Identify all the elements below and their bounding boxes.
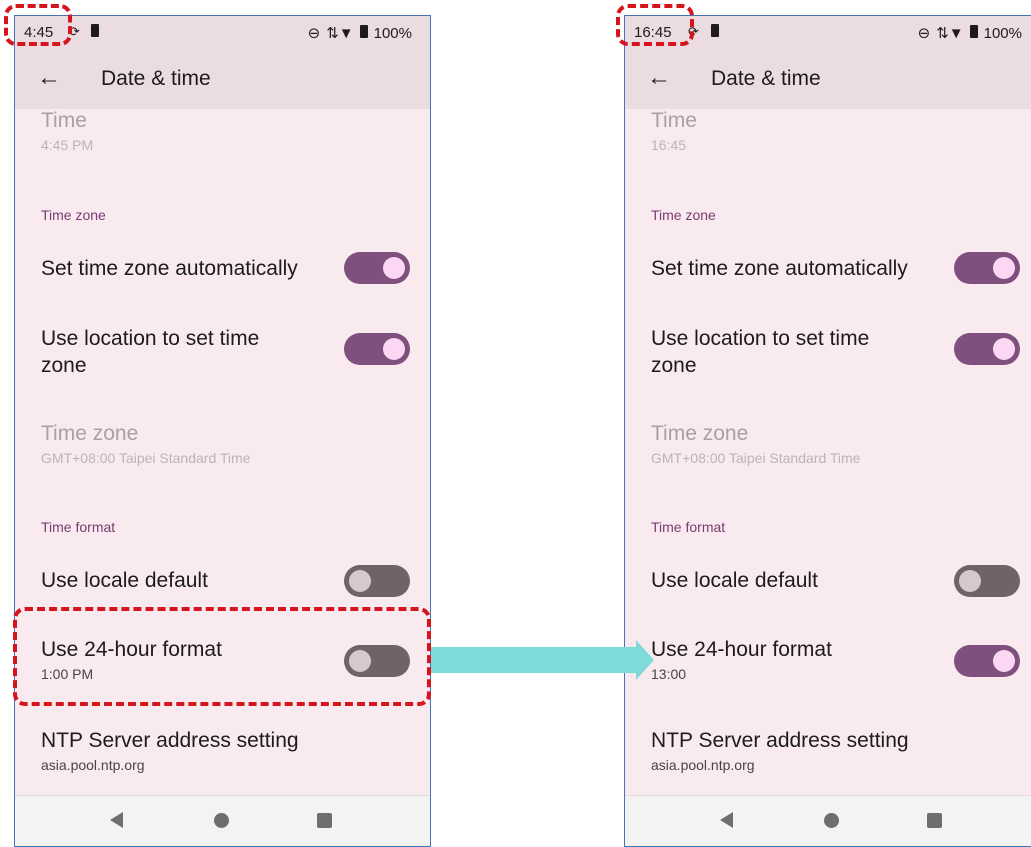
ntp-label: NTP Server address setting: [41, 729, 299, 752]
ntp-value: asia.pool.ntp.org: [651, 757, 755, 773]
battery-icon: [969, 24, 978, 42]
nav-back-icon[interactable]: [110, 812, 123, 828]
auto-timezone-toggle[interactable]: [954, 252, 1020, 284]
locale-default-toggle[interactable]: [344, 565, 410, 597]
highlight-status-time-right: [616, 4, 694, 46]
location-timezone-setting[interactable]: Use location to set time zone: [41, 325, 290, 379]
timezone-value: GMT+08:00 Taipei Standard Time: [651, 450, 861, 466]
auto-timezone-toggle[interactable]: [344, 252, 410, 284]
highlight-status-time-left: [4, 4, 72, 46]
location-timezone-toggle[interactable]: [954, 333, 1020, 365]
ntp-value: asia.pool.ntp.org: [41, 757, 145, 773]
locale-default-toggle[interactable]: [954, 565, 1020, 597]
timezone-title: Time zone: [41, 422, 139, 445]
phone-screen-right: 16:45 ⟳ ⊖ ⇅▼ 100% ← Date & time Time 16:…: [624, 15, 1031, 847]
time-setting: Time 4:45 PM: [41, 109, 410, 153]
section-header-time-zone: Time zone: [41, 207, 106, 223]
timezone-title: Time zone: [651, 422, 749, 445]
dnd-icon: ⊖: [307, 25, 321, 42]
timezone-value: GMT+08:00 Taipei Standard Time: [41, 450, 251, 466]
nav-home-icon[interactable]: [214, 813, 229, 828]
nav-recents-icon[interactable]: [927, 813, 942, 828]
annotation-arrow-shaft: [431, 647, 636, 673]
signal-icon: ⇅▼: [326, 25, 354, 42]
timezone-setting: Time zone GMT+08:00 Taipei Standard Time: [41, 422, 410, 466]
section-header-time-format: Time format: [41, 519, 116, 535]
app-bar: ← Date & time: [15, 52, 430, 109]
back-arrow-icon[interactable]: ←: [645, 64, 673, 92]
status-right: ⊖ ⇅▼ 100%: [918, 24, 1022, 42]
page-title: Date & time: [711, 67, 821, 90]
phone-screen-left: 4:45 ⟳ ⊖ ⇅▼ 100% ← Date & time Time 4:45…: [14, 15, 431, 847]
ntp-setting[interactable]: NTP Server address setting asia.pool.ntp…: [651, 729, 1020, 773]
time-title: Time: [651, 109, 697, 132]
nav-back-icon[interactable]: [720, 812, 733, 828]
hour24-toggle[interactable]: [954, 645, 1020, 677]
section-header-time-format: Time format: [651, 519, 726, 535]
location-timezone-setting[interactable]: Use location to set time zone: [651, 325, 900, 379]
battery-percent: 100%: [983, 24, 1022, 42]
highlight-24-hour-row: [13, 607, 431, 706]
dnd-icon: ⊖: [917, 25, 931, 42]
battery-percent: 100%: [373, 24, 412, 42]
time-setting: Time 16:45: [651, 109, 1020, 153]
ntp-label: NTP Server address setting: [651, 729, 909, 752]
signal-icon: ⇅▼: [936, 25, 964, 42]
ntp-setting[interactable]: NTP Server address setting asia.pool.ntp…: [41, 729, 410, 773]
time-value: 16:45: [651, 137, 687, 153]
location-timezone-label: Use location to set time zone: [651, 327, 870, 377]
section-header-time-zone: Time zone: [651, 207, 716, 223]
time-value: 4:45 PM: [41, 137, 94, 153]
app-bar: ← Date & time: [625, 52, 1031, 109]
battery-icon: [359, 24, 368, 42]
navigation-bar: [625, 795, 1031, 846]
page-title: Date & time: [101, 67, 211, 90]
navigation-bar: [15, 795, 430, 846]
timezone-setting: Time zone GMT+08:00 Taipei Standard Time: [651, 422, 1020, 466]
annotation-arrow-head: [636, 640, 654, 680]
back-arrow-icon[interactable]: ←: [35, 64, 63, 92]
nav-recents-icon[interactable]: [317, 813, 332, 828]
nav-home-icon[interactable]: [824, 813, 839, 828]
status-right: ⊖ ⇅▼ 100%: [308, 24, 412, 42]
time-title: Time: [41, 109, 87, 132]
battery-saver-icon: [711, 24, 719, 40]
location-timezone-label: Use location to set time zone: [41, 327, 260, 377]
status-bar: 4:45 ⟳ ⊖ ⇅▼ 100%: [15, 16, 430, 52]
battery-saver-icon: [91, 24, 99, 40]
location-timezone-toggle[interactable]: [344, 333, 410, 365]
